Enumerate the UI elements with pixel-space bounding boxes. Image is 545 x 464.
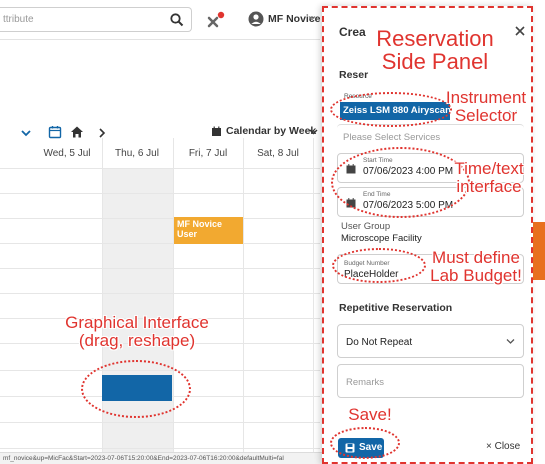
resource-label: Resource [344,93,372,100]
annotation-budget: Must define Lab Budget! [430,248,522,285]
status-bar-url: mf_novice&up=MicFac&Start=2023-07-06T15:… [0,452,330,464]
budget-number-value: PlaceHolder [344,269,399,280]
save-button[interactable]: Save [338,438,384,458]
chevron-down-icon [309,129,318,135]
row-divider [0,243,320,244]
calendar-grid[interactable]: Wed, 5 Jul Thu, 6 Jul Fri, 7 Jul Sat, 8 … [0,138,320,460]
search-icon[interactable] [169,12,185,28]
end-time-value: 07/06/2023 5:00 PM [363,200,454,211]
top-bar: ttribute MF Novice User [0,0,347,40]
calendar-icon [346,164,356,174]
end-time-label: End Time [363,191,391,198]
calendar-icon [346,198,356,208]
services-placeholder: Please Select Services [343,132,441,143]
annotation-time: Time/text interface [454,159,524,196]
budget-number-label: Budget Number [344,260,390,267]
remarks-input[interactable]: Remarks [337,364,524,398]
services-select[interactable]: Please Select Services [337,124,524,148]
home-icon[interactable] [70,125,84,139]
repeat-value: Do Not Repeat [346,337,413,348]
start-time-value: 07/06/2023 4:00 PM [363,166,454,177]
repeat-select[interactable]: Do Not Repeat [337,324,524,358]
day-header: Thu, 6 Jul [115,148,159,159]
row-divider [0,448,320,449]
column-divider [243,138,244,460]
calendar-icon [212,126,221,136]
edge-tab[interactable] [533,222,545,280]
annotation-side-panel: Reservation Side Panel [376,26,494,75]
annotation-save: Save! [348,405,392,424]
row-divider [0,218,320,219]
row-divider [0,168,320,169]
day-header: Wed, 5 Jul [43,148,91,159]
close-button[interactable]: × Close [486,441,520,452]
day-header: Fri, 7 Jul [188,148,228,159]
event-label: MF Novice User [177,219,223,239]
user-group-label: User Group [341,221,391,232]
user-avatar-icon[interactable] [248,11,264,27]
calendar-icon[interactable] [48,125,62,139]
row-divider [0,422,320,423]
repetitive-heading: Repetitive Reservation [339,302,453,314]
row-divider [0,293,320,294]
row-divider [0,193,320,194]
column-divider [102,138,103,460]
annotation-graphical: Graphical Interface (drag, reshape) [65,313,209,350]
resource-value: Zeiss LSM 880 Airyscan [340,102,450,120]
view-selector-label: Calendar by Week [226,125,317,137]
row-divider [0,370,320,371]
column-divider [173,138,174,460]
start-time-label: Start Time [363,157,393,164]
close-icon[interactable] [515,26,525,36]
column-divider [313,138,314,460]
remarks-placeholder: Remarks [346,377,385,388]
chevron-down-icon [506,339,515,344]
save-icon [345,443,355,453]
day-header: Sat, 8 Jul [257,148,299,159]
search-input[interactable]: ttribute [0,7,192,32]
row-divider [0,268,320,269]
chevron-down-icon[interactable] [308,14,316,22]
user-group-value: Microscope Facility [341,233,422,244]
new-reservation-block[interactable] [102,375,172,401]
tools-icon[interactable] [205,10,227,32]
search-placeholder: ttribute [3,14,34,25]
save-button-label: Save [359,442,383,453]
calendar-event[interactable]: MF Novice User [174,217,243,244]
reservation-side-panel: Crea Reser Resource Zeiss LSM 880 Airysc… [322,6,533,464]
annotation-instrument: Instrument Selector [445,88,527,125]
